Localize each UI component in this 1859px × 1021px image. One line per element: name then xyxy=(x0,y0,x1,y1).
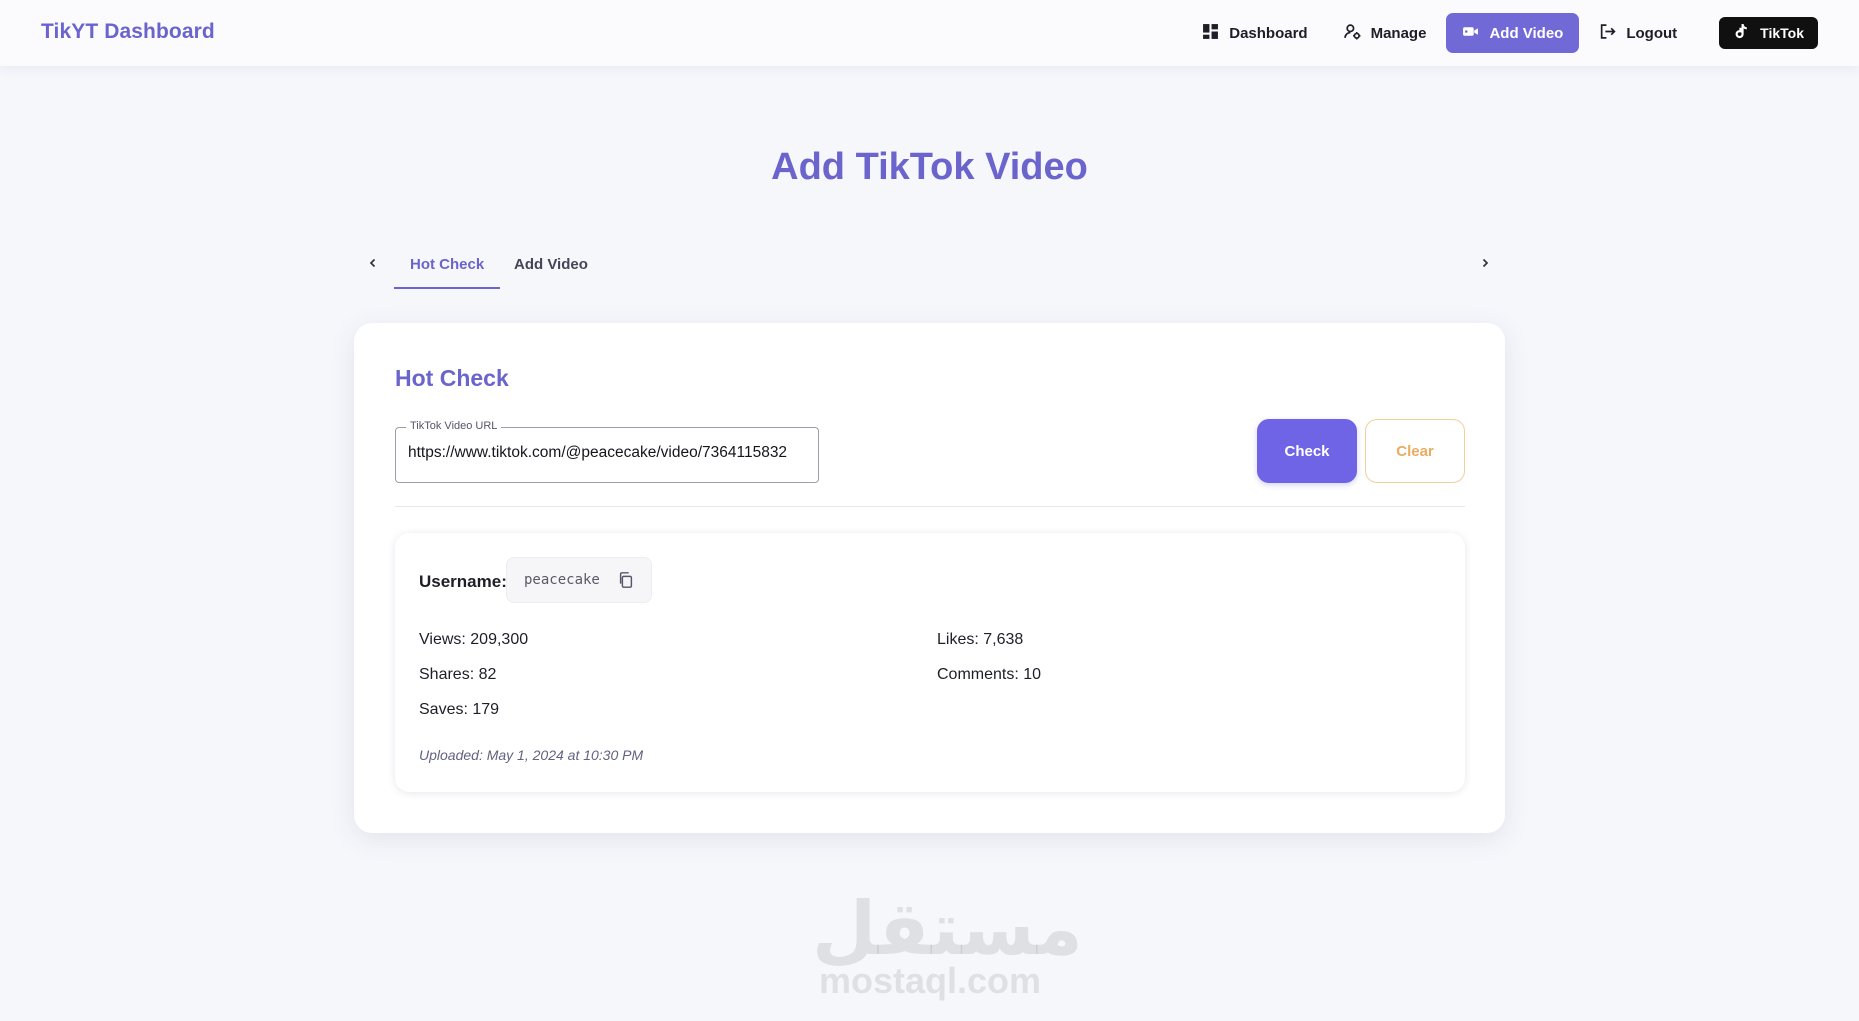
tiktok-label: TikTok xyxy=(1760,25,1804,41)
nav-dashboard-button[interactable]: Dashboard xyxy=(1186,13,1323,53)
page-title: Add TikTok Video xyxy=(771,146,1088,188)
nav-add-video-button[interactable]: Add Video xyxy=(1446,13,1580,53)
nav-dashboard-label: Dashboard xyxy=(1229,24,1308,42)
chevron-left-icon xyxy=(369,258,376,268)
divider xyxy=(395,506,1465,507)
result-box: Username: peacecake Views: 209,300 Likes… xyxy=(395,533,1465,792)
user-gear-icon xyxy=(1343,23,1361,44)
chevron-right-icon xyxy=(1482,258,1489,268)
watermark-latin: mostaql.com xyxy=(818,960,1042,1001)
tab-scroll-right-button[interactable] xyxy=(1475,253,1495,273)
stat-views: Views: 209,300 xyxy=(419,631,529,648)
upload-date: Uploaded: May 1, 2024 at 10:30 PM xyxy=(419,747,644,763)
tiktok-button[interactable]: TikTok xyxy=(1719,17,1818,49)
watermark-arabic: مستقل xyxy=(812,886,1083,972)
brand-title[interactable]: TikYT Dashboard xyxy=(41,20,215,44)
url-field-label: TikTok Video URL xyxy=(406,420,502,432)
watermark-logo: مستقل mostaql.com xyxy=(812,886,1083,1001)
username-label: Username: xyxy=(419,572,507,591)
username-value: peacecake xyxy=(524,572,600,588)
nav-logout-button[interactable]: Logout xyxy=(1583,13,1693,53)
grid-icon xyxy=(1202,23,1219,44)
logout-icon xyxy=(1599,23,1616,44)
card-title: Hot Check xyxy=(395,365,509,391)
stat-saves: Saves: 179 xyxy=(419,701,500,718)
stat-likes: Likes: 7,638 xyxy=(937,631,1024,648)
tab-scroll-left-button[interactable] xyxy=(363,253,383,273)
tabs-row: Hot Check Add Video xyxy=(354,245,1504,289)
nav-manage-button[interactable]: Manage xyxy=(1328,13,1443,53)
nav-add-video-label: Add Video xyxy=(1489,24,1564,42)
top-navbar: TikYT Dashboard Dashboard Manage Add Vid… xyxy=(0,0,1859,66)
nav-items: Dashboard Manage Add Video Logout TikTok xyxy=(1182,13,1818,53)
copy-icon[interactable] xyxy=(615,569,637,591)
hot-check-card: Hot Check TikTok Video URL https://www.t… xyxy=(354,323,1505,833)
music-note-icon xyxy=(1733,23,1750,43)
tab-add-video[interactable]: Add Video xyxy=(498,245,604,289)
url-field[interactable]: TikTok Video URL https://www.tiktok.com/… xyxy=(395,420,819,483)
clear-button[interactable]: Clear xyxy=(1365,419,1465,483)
stat-shares: Shares: 82 xyxy=(419,666,497,683)
tab-hot-check[interactable]: Hot Check xyxy=(394,245,501,289)
nav-manage-label: Manage xyxy=(1370,24,1427,42)
check-button[interactable]: Check xyxy=(1257,419,1357,483)
video-camera-icon xyxy=(1462,23,1479,44)
nav-logout-label: Logout xyxy=(1626,24,1678,42)
url-input[interactable]: https://www.tiktok.com/@peacecake/video/… xyxy=(408,444,808,468)
stat-comments: Comments: 10 xyxy=(937,666,1042,683)
username-chip: peacecake xyxy=(506,557,652,603)
